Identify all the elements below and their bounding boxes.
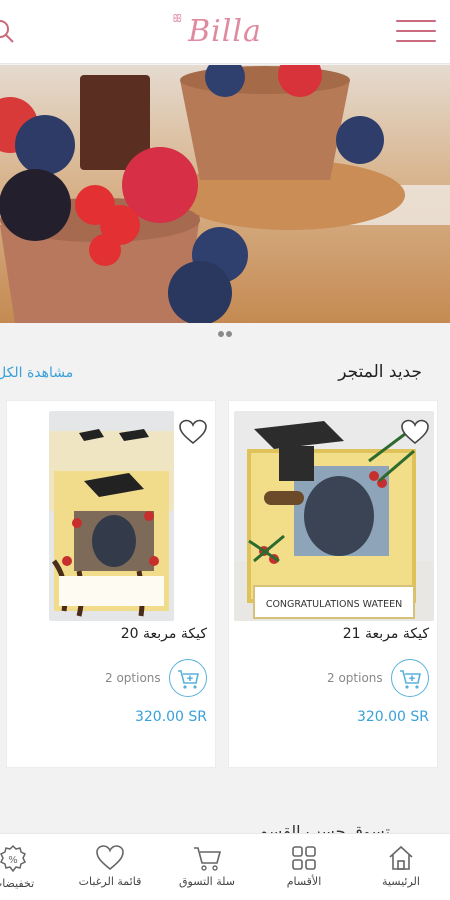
svg-text:%: %: [8, 855, 18, 866]
add-to-cart-button[interactable]: [391, 659, 429, 697]
product-price: 320.00 SR: [134, 709, 207, 725]
product-price: 320.00 SR: [356, 709, 429, 725]
app-header: ꕥ Billa: [0, 0, 450, 64]
logo-text: Billa: [188, 14, 262, 49]
nav-label: الرئيسية: [382, 875, 420, 888]
nav-label: الأقسام: [286, 875, 322, 888]
add-to-cart-icon: [178, 670, 199, 689]
nav-item-sales[interactable]: % تخفيضات: [0, 840, 58, 898]
carousel-dots[interactable]: [0, 331, 450, 337]
sale-badge-icon: %: [0, 844, 27, 873]
nav-label: سلة التسوق: [178, 875, 235, 888]
bottom-nav: الرئيسية الأقسام سلة التسوق قائمة الرغبا…: [0, 833, 450, 900]
product-options: 2 options: [327, 671, 383, 685]
nav-label: قائمة الرغبات: [78, 875, 142, 888]
home-icon: [389, 845, 413, 870]
heart-icon: [96, 845, 124, 871]
view-all-link[interactable]: مشاهدة الكل: [0, 365, 73, 381]
product-image[interactable]: [49, 411, 174, 621]
section-title: جديد المتجر: [338, 362, 422, 382]
nav-item-wishlist[interactable]: قائمة الرغبات: [65, 840, 155, 898]
nav-item-cart[interactable]: سلة التسوق: [162, 840, 252, 898]
dessert-photo: [0, 65, 450, 323]
butterfly-icon: ꕥ: [172, 12, 184, 25]
app-screen: ꕥ Billa جديد المتجر مشاهدة الكل CONGRATU…: [0, 0, 450, 900]
add-to-cart-icon: [400, 670, 421, 689]
hamburger-menu-icon[interactable]: [396, 20, 436, 42]
nav-item-home[interactable]: الرئيسية: [356, 840, 446, 898]
product-name[interactable]: كيكة مربعة 20: [121, 626, 207, 642]
cart-icon: [194, 847, 222, 871]
heart-icon[interactable]: [179, 419, 207, 445]
search-icon[interactable]: [0, 18, 16, 44]
grid-icon: [292, 846, 316, 870]
heart-icon[interactable]: [401, 419, 429, 445]
nav-item-categories[interactable]: الأقسام: [259, 840, 349, 898]
promo-banner[interactable]: [0, 65, 450, 323]
brand-logo[interactable]: ꕥ Billa: [172, 12, 262, 49]
product-card[interactable]: كيكة مربعة 20 2 options 320.00 SR: [6, 400, 216, 768]
product-options: 2 options: [105, 671, 161, 685]
nav-label: تخفيضات: [0, 877, 35, 890]
add-to-cart-button[interactable]: [169, 659, 207, 697]
cake-message: CONGRATULATIONS WATEEN: [266, 599, 402, 610]
product-card[interactable]: CONGRATULATIONS WATEEN كيكة مربعة 21 2 o…: [228, 400, 438, 768]
product-name[interactable]: كيكة مربعة 21: [343, 626, 429, 642]
